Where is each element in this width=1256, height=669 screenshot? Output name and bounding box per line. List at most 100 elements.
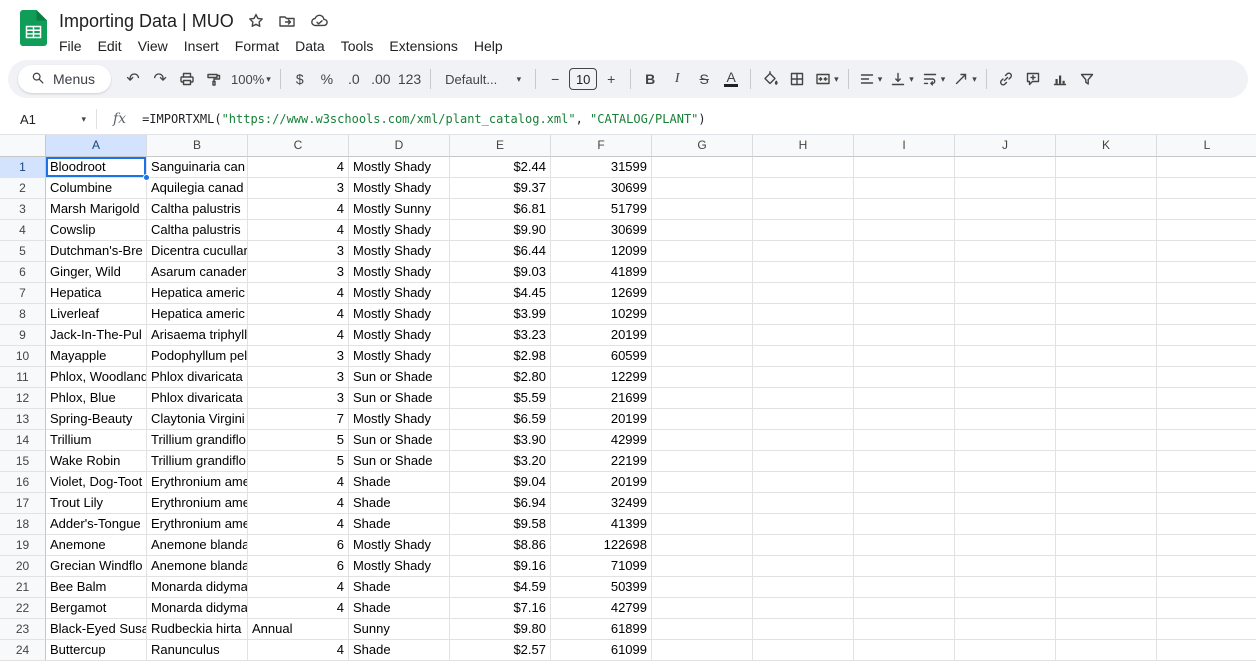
cell-F22[interactable]: 42799 (551, 598, 652, 619)
cell-D3[interactable]: Mostly Sunny (349, 199, 450, 220)
star-icon[interactable] (247, 12, 265, 30)
cell-L21[interactable] (1157, 577, 1256, 598)
cell-B6[interactable]: Asarum canader (147, 262, 248, 283)
cell-K22[interactable] (1056, 598, 1157, 619)
cell-L9[interactable] (1157, 325, 1256, 346)
cell-F13[interactable]: 20199 (551, 409, 652, 430)
redo-button[interactable]: ↷ (147, 65, 173, 93)
cell-B24[interactable]: Ranunculus (147, 640, 248, 661)
cell-E14[interactable]: $3.90 (450, 430, 551, 451)
cell-B12[interactable]: Phlox divaricata (147, 388, 248, 409)
cell-B14[interactable]: Trillium grandiflo (147, 430, 248, 451)
cell-H19[interactable] (753, 535, 854, 556)
cell-G5[interactable] (652, 241, 753, 262)
cell-C18[interactable]: 4 (248, 514, 349, 535)
cell-F14[interactable]: 42999 (551, 430, 652, 451)
cell-B15[interactable]: Trillium grandiflo (147, 451, 248, 472)
cell-H6[interactable] (753, 262, 854, 283)
cell-F12[interactable]: 21699 (551, 388, 652, 409)
cell-H15[interactable] (753, 451, 854, 472)
cell-H3[interactable] (753, 199, 854, 220)
menu-file[interactable]: File (51, 36, 90, 56)
cell-D13[interactable]: Mostly Shady (349, 409, 450, 430)
text-color-button[interactable]: A (718, 65, 744, 93)
cell-C12[interactable]: 3 (248, 388, 349, 409)
row-header-9[interactable]: 9 (0, 325, 46, 346)
cell-D5[interactable]: Mostly Shady (349, 241, 450, 262)
move-folder-icon[interactable] (278, 12, 296, 30)
cell-A3[interactable]: Marsh Marigold (46, 199, 147, 220)
cell-G13[interactable] (652, 409, 753, 430)
column-header-G[interactable]: G (652, 135, 753, 157)
cell-I2[interactable] (854, 178, 955, 199)
row-header-15[interactable]: 15 (0, 451, 46, 472)
cell-L7[interactable] (1157, 283, 1256, 304)
cell-D1[interactable]: Mostly Shady (349, 157, 450, 178)
cell-E1[interactable]: $2.44 (450, 157, 551, 178)
cell-J4[interactable] (955, 220, 1056, 241)
cell-E12[interactable]: $5.59 (450, 388, 551, 409)
cell-A20[interactable]: Grecian Windflo (46, 556, 147, 577)
cell-I6[interactable] (854, 262, 955, 283)
increase-font-size-button[interactable]: + (598, 65, 624, 93)
cell-F17[interactable]: 32499 (551, 493, 652, 514)
cell-K3[interactable] (1056, 199, 1157, 220)
cell-H14[interactable] (753, 430, 854, 451)
cell-D17[interactable]: Shade (349, 493, 450, 514)
cell-C11[interactable]: 3 (248, 367, 349, 388)
cell-K18[interactable] (1056, 514, 1157, 535)
cell-C15[interactable]: 5 (248, 451, 349, 472)
cell-L12[interactable] (1157, 388, 1256, 409)
cell-C2[interactable]: 3 (248, 178, 349, 199)
menu-format[interactable]: Format (227, 36, 287, 56)
cell-E7[interactable]: $4.45 (450, 283, 551, 304)
row-header-4[interactable]: 4 (0, 220, 46, 241)
cell-K21[interactable] (1056, 577, 1157, 598)
cell-A6[interactable]: Ginger, Wild (46, 262, 147, 283)
cell-G21[interactable] (652, 577, 753, 598)
cell-H16[interactable] (753, 472, 854, 493)
cell-L6[interactable] (1157, 262, 1256, 283)
cell-G15[interactable] (652, 451, 753, 472)
cell-E15[interactable]: $3.20 (450, 451, 551, 472)
insert-chart-button[interactable] (1047, 65, 1073, 93)
cell-A16[interactable]: Violet, Dog-Toot (46, 472, 147, 493)
cell-G12[interactable] (652, 388, 753, 409)
cell-B17[interactable]: Erythronium ame (147, 493, 248, 514)
row-header-8[interactable]: 8 (0, 304, 46, 325)
cell-B20[interactable]: Anemone blanda (147, 556, 248, 577)
cell-D9[interactable]: Mostly Shady (349, 325, 450, 346)
cell-E3[interactable]: $6.81 (450, 199, 551, 220)
cell-H5[interactable] (753, 241, 854, 262)
cell-A12[interactable]: Phlox, Blue (46, 388, 147, 409)
cell-J9[interactable] (955, 325, 1056, 346)
cell-B13[interactable]: Claytonia Virgini (147, 409, 248, 430)
cell-F3[interactable]: 51799 (551, 199, 652, 220)
cell-H7[interactable] (753, 283, 854, 304)
cell-K9[interactable] (1056, 325, 1157, 346)
cell-L14[interactable] (1157, 430, 1256, 451)
cell-B7[interactable]: Hepatica americ (147, 283, 248, 304)
cell-E23[interactable]: $9.80 (450, 619, 551, 640)
cell-F6[interactable]: 41899 (551, 262, 652, 283)
cell-I22[interactable] (854, 598, 955, 619)
cell-G1[interactable] (652, 157, 753, 178)
cell-E17[interactable]: $6.94 (450, 493, 551, 514)
menu-insert[interactable]: Insert (176, 36, 227, 56)
cell-G23[interactable] (652, 619, 753, 640)
cell-F10[interactable]: 60599 (551, 346, 652, 367)
cell-G18[interactable] (652, 514, 753, 535)
cell-L20[interactable] (1157, 556, 1256, 577)
row-header-21[interactable]: 21 (0, 577, 46, 598)
cell-L22[interactable] (1157, 598, 1256, 619)
cell-I7[interactable] (854, 283, 955, 304)
cell-A7[interactable]: Hepatica (46, 283, 147, 304)
decrease-decimal-button[interactable]: .0 (341, 65, 367, 93)
cell-B11[interactable]: Phlox divaricata (147, 367, 248, 388)
cell-C20[interactable]: 6 (248, 556, 349, 577)
more-formats-button[interactable]: 123 (395, 65, 424, 93)
name-box[interactable]: A1 ▾ (4, 112, 96, 127)
zoom-select[interactable]: 100% ▾ (228, 65, 274, 93)
cell-K15[interactable] (1056, 451, 1157, 472)
italic-button[interactable]: I (664, 65, 690, 93)
